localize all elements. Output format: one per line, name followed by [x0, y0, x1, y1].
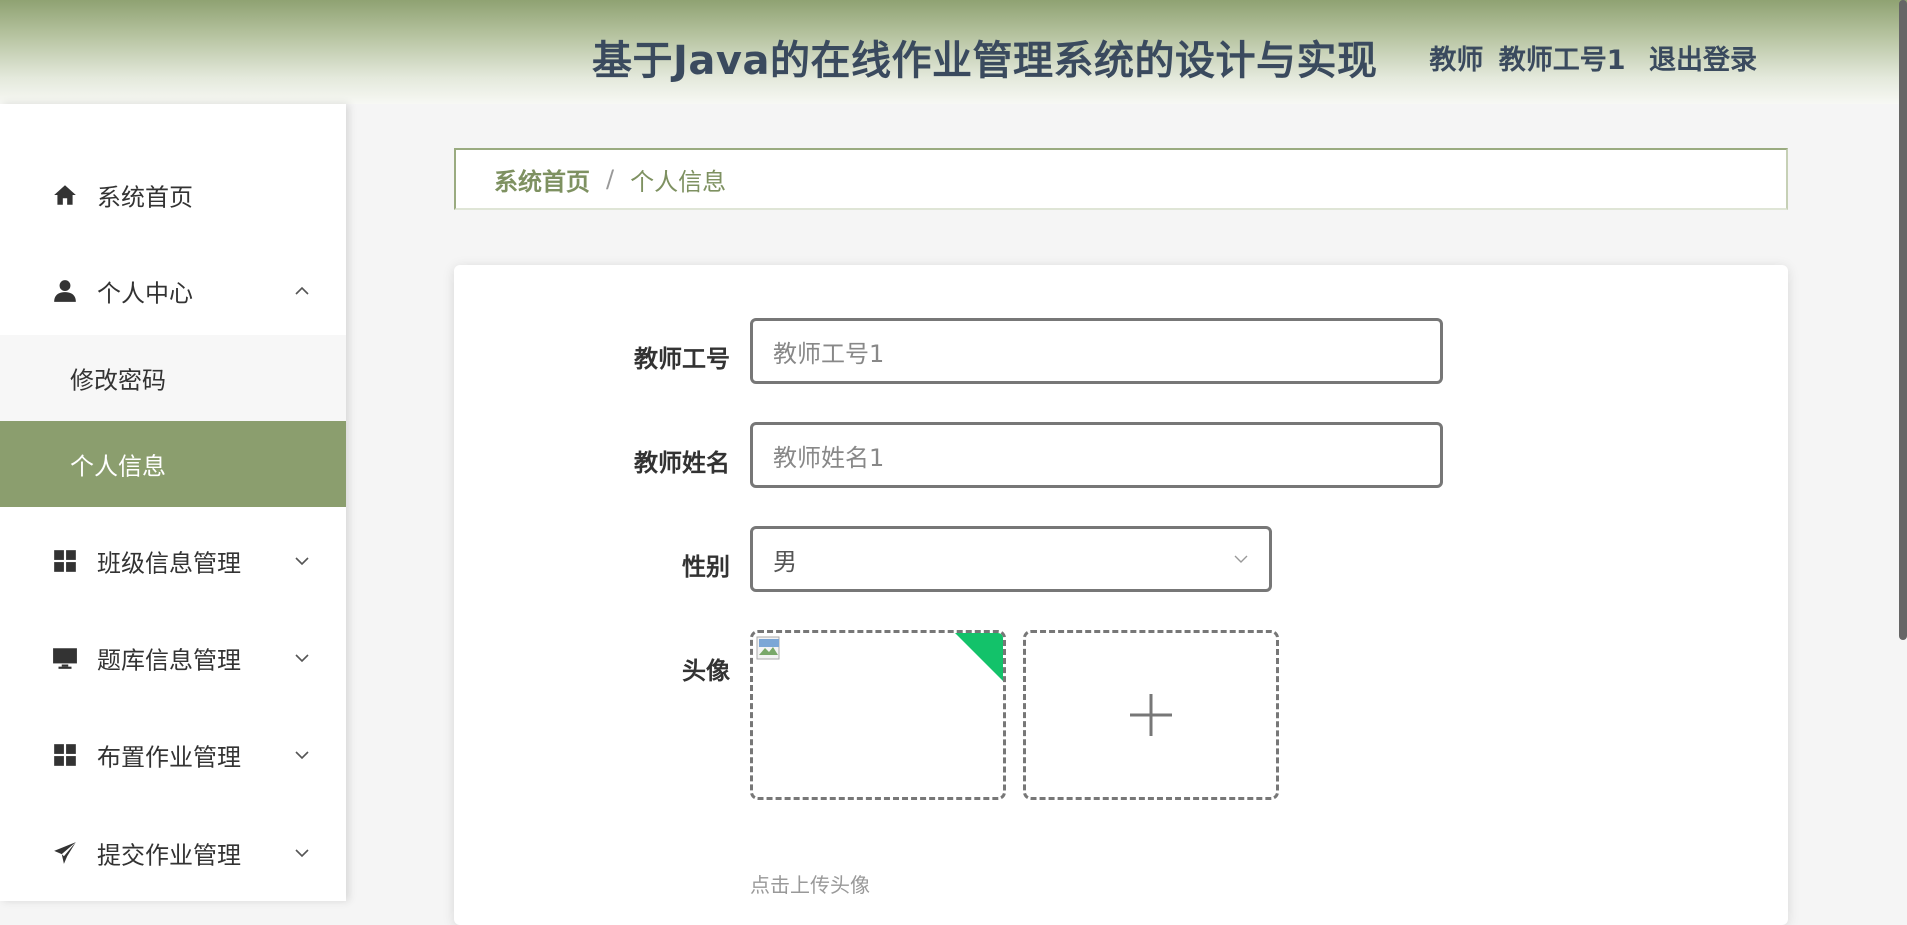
user-role: 教师: [1429, 45, 1484, 76]
breadcrumb: 系统首页 / 个人信息: [454, 148, 1788, 210]
breadcrumb-home-link[interactable]: 系统首页: [494, 162, 590, 197]
teacher-id-value: 教师工号1: [773, 339, 885, 368]
sidebar-item-home[interactable]: 系统首页: [0, 152, 346, 238]
user-icon: [54, 280, 76, 302]
sidebar-item-label: 个人中心: [97, 279, 193, 308]
gender-label: 性别: [682, 553, 730, 581]
chevron-down-icon: [295, 849, 309, 858]
sidebar-subitem-label: 修改密码: [70, 366, 166, 395]
teacher-name-value: 教师姓名1: [773, 443, 885, 472]
profile-form-card: 教师工号 教师工号1 教师姓名 教师姓名1 性别 男 头像 点击上传头像: [454, 265, 1788, 925]
sidebar-item-label: 班级信息管理: [97, 549, 241, 578]
teacher-name-field[interactable]: 教师姓名1: [750, 422, 1443, 488]
breadcrumb-separator: /: [606, 165, 615, 193]
upload-success-badge: [954, 633, 1003, 682]
logout-button[interactable]: 退出登录: [1649, 45, 1757, 76]
sidebar-subitem-profile[interactable]: 个人信息: [0, 421, 346, 507]
sidebar-item-label: 系统首页: [97, 183, 193, 212]
gender-select[interactable]: 男: [750, 526, 1272, 592]
avatar-upload-button[interactable]: [1023, 630, 1279, 800]
chevron-down-icon: [1234, 555, 1248, 563]
avatar-upload-hint: 点击上传头像: [750, 873, 870, 897]
sidebar-item-label: 布置作业管理: [97, 743, 241, 772]
page-scrollbar[interactable]: [1899, 0, 1907, 640]
avatar-preview[interactable]: [750, 630, 1006, 800]
chevron-down-icon: [295, 654, 309, 663]
sidebar-item-assign-homework[interactable]: 布置作业管理: [0, 712, 346, 798]
monitor-icon: [53, 648, 77, 669]
avatar-label: 头像: [682, 657, 730, 685]
teacher-name-label: 教师姓名: [634, 449, 730, 477]
user-name: 教师工号1: [1498, 45, 1626, 76]
user-area: 教师 教师工号1 退出登录: [1415, 38, 1757, 77]
app-title: 基于Java的在线作业管理系统的设计与实现: [592, 38, 1378, 84]
grid-icon: [54, 550, 76, 572]
top-header: 基于Java的在线作业管理系统的设计与实现 教师 教师工号1 退出登录: [0, 0, 1907, 104]
chevron-up-icon: [295, 286, 309, 295]
sidebar-subitem-label: 个人信息: [70, 452, 166, 481]
broken-image-icon: [756, 636, 780, 660]
grid-icon: [54, 744, 76, 766]
teacher-id-field[interactable]: 教师工号1: [750, 318, 1443, 384]
sidebar-item-personal-center[interactable]: 个人中心: [0, 248, 346, 334]
home-icon: [54, 185, 76, 205]
plus-icon: [1130, 694, 1172, 736]
chevron-down-icon: [295, 557, 309, 566]
sidebar-item-label: 提交作业管理: [97, 841, 241, 870]
sidebar-subitem-change-password[interactable]: 修改密码: [0, 335, 346, 421]
gender-value: 男: [773, 547, 797, 576]
send-icon: [54, 842, 76, 864]
sidebar-item-label: 题库信息管理: [97, 646, 241, 675]
sidebar-item-class-management[interactable]: 班级信息管理: [0, 518, 346, 604]
chevron-down-icon: [295, 751, 309, 760]
sidebar-item-question-bank[interactable]: 题库信息管理: [0, 615, 346, 701]
teacher-id-label: 教师工号: [634, 345, 730, 373]
sidebar-item-submit-homework[interactable]: 提交作业管理: [0, 810, 346, 896]
breadcrumb-current: 个人信息: [630, 167, 727, 196]
